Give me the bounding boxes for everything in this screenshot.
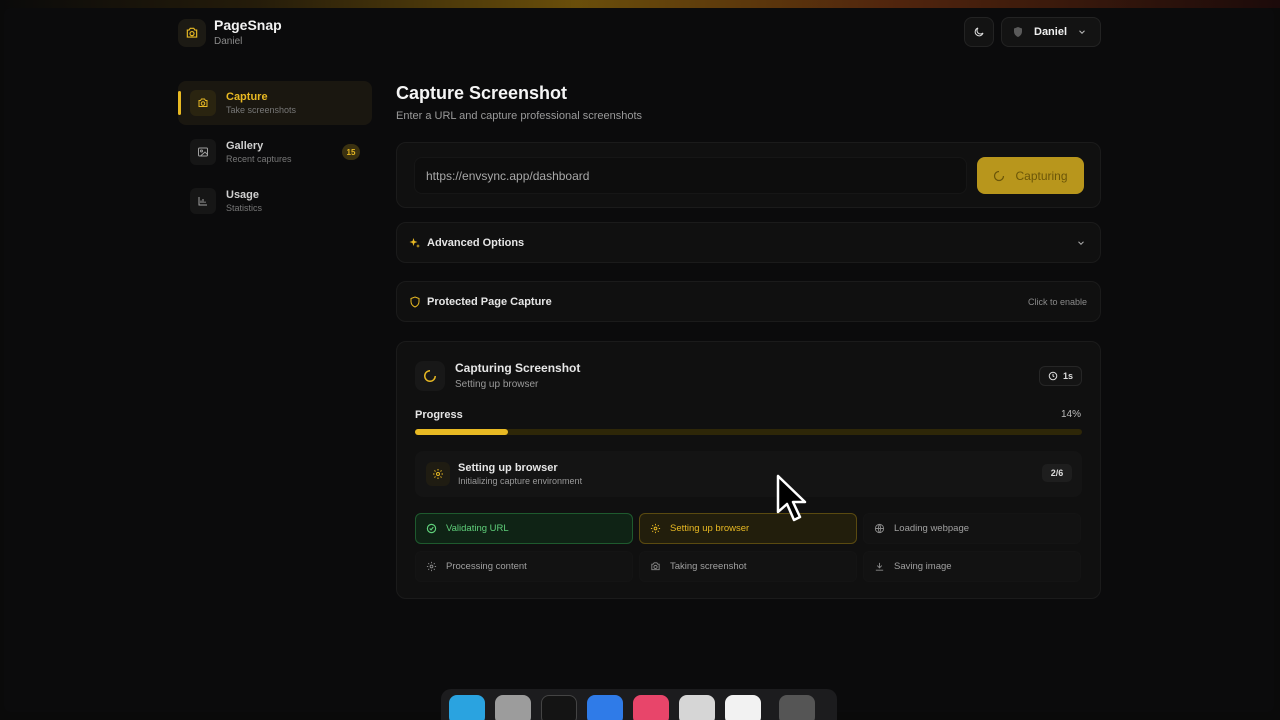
bar-chart-icon — [190, 188, 216, 214]
image-icon — [190, 139, 216, 165]
moon-icon — [974, 27, 984, 37]
sidebar-item-title: Capture — [226, 91, 268, 103]
sidebar-item-gallery[interactable]: Gallery Recent captures 15 — [178, 130, 372, 174]
progress-label: Progress — [415, 409, 463, 421]
brand: PageSnap Daniel — [178, 18, 282, 47]
app-name: PageSnap — [214, 17, 282, 33]
sidebar-item-capture[interactable]: Capture Take screenshots — [178, 81, 372, 125]
sparkles-icon — [409, 238, 420, 248]
user-menu-button[interactable]: Daniel — [1001, 17, 1101, 47]
step-counter: 2/6 — [1042, 464, 1072, 482]
dock-app-browser-icon[interactable] — [541, 695, 577, 720]
chevron-down-icon — [1078, 241, 1084, 245]
url-input[interactable]: https://envsync.app/dashboard — [414, 157, 967, 194]
chevron-down-icon — [1079, 30, 1085, 34]
theme-toggle-button[interactable] — [964, 17, 994, 47]
progress-bar-fill — [415, 429, 509, 435]
protected-capture-label: Protected Page Capture — [427, 296, 552, 308]
app-user: Daniel — [214, 36, 243, 47]
step-label: Validating URL — [446, 523, 509, 534]
step-taking-screenshot: Taking screenshot — [639, 551, 857, 582]
globe-icon — [874, 523, 885, 534]
step-label: Loading webpage — [894, 523, 970, 534]
page-title: Capture Screenshot — [396, 83, 568, 103]
sidebar-item-title: Gallery — [226, 140, 264, 152]
step-validating-url: Validating URL — [415, 513, 633, 544]
user-name: Daniel — [1034, 26, 1068, 38]
window-glow — [0, 0, 1280, 8]
camera-icon — [178, 18, 206, 47]
step-label: Saving image — [894, 561, 952, 572]
sidebar-item-usage[interactable]: Usage Statistics — [178, 179, 372, 223]
step-label: Setting up browser — [670, 523, 750, 534]
advanced-options-label: Advanced Options — [427, 237, 525, 249]
sidebar-item-subtitle: Take screenshots — [226, 105, 297, 115]
step-label: Taking screenshot — [670, 561, 747, 572]
protected-capture-hint: Click to enable — [1027, 297, 1087, 307]
camera-icon — [190, 90, 216, 116]
capture-button[interactable]: Capturing — [977, 157, 1084, 194]
progress-bar — [415, 429, 1082, 435]
check-circle-icon — [426, 523, 437, 534]
timer-value: 1s — [1062, 371, 1073, 381]
current-step-description: Initializing capture environment — [458, 476, 583, 486]
camera-icon — [651, 562, 660, 571]
dock-app-music-icon[interactable] — [633, 695, 669, 720]
dock-app-finder-icon[interactable] — [449, 695, 485, 720]
gallery-count-badge: 15 — [342, 144, 360, 160]
gear-icon — [650, 523, 661, 534]
advanced-options-toggle[interactable]: Advanced Options — [396, 222, 1101, 263]
dock-app-launchpad-icon[interactable] — [495, 695, 531, 720]
gear-icon — [426, 462, 450, 486]
status-subtitle: Setting up browser — [455, 379, 539, 390]
spinner-icon — [994, 170, 1005, 181]
dock — [441, 689, 837, 720]
step-loading-webpage: Loading webpage — [863, 513, 1081, 544]
step-label: Processing content — [446, 561, 527, 572]
current-step-title: Setting up browser — [458, 462, 558, 474]
capture-button-label: Capturing — [1015, 168, 1068, 183]
progress-percent: 14% — [1060, 409, 1081, 420]
gear-icon — [426, 561, 437, 572]
step-saving-image: Saving image — [863, 551, 1081, 582]
dock-trash-icon[interactable] — [779, 695, 815, 720]
step-setting-up-browser: Setting up browser — [639, 513, 857, 544]
mouse-cursor-icon — [776, 474, 807, 522]
sidebar-item-subtitle: Recent captures — [226, 154, 292, 164]
dock-app-appstore-icon[interactable] — [725, 695, 761, 720]
status-title: Capturing Screenshot — [455, 361, 581, 375]
shield-avatar-icon — [1014, 27, 1022, 37]
protected-capture-toggle[interactable]: Protected Page Capture Click to enable — [396, 281, 1101, 322]
sidebar-item-title: Usage — [226, 189, 260, 201]
dock-app-chatgpt-icon[interactable] — [679, 695, 715, 720]
page-subtitle: Enter a URL and capture professional scr… — [396, 110, 643, 122]
clock-icon — [1048, 371, 1058, 381]
elapsed-timer: 1s — [1039, 366, 1082, 386]
sidebar-item-subtitle: Statistics — [226, 203, 263, 213]
step-processing-content: Processing content — [415, 551, 633, 582]
current-step: Setting up browser Initializing capture … — [415, 451, 1082, 497]
dock-app-mail-icon[interactable] — [587, 695, 623, 720]
download-icon — [875, 562, 884, 571]
spinner-icon — [415, 361, 445, 391]
shield-icon — [410, 296, 420, 308]
